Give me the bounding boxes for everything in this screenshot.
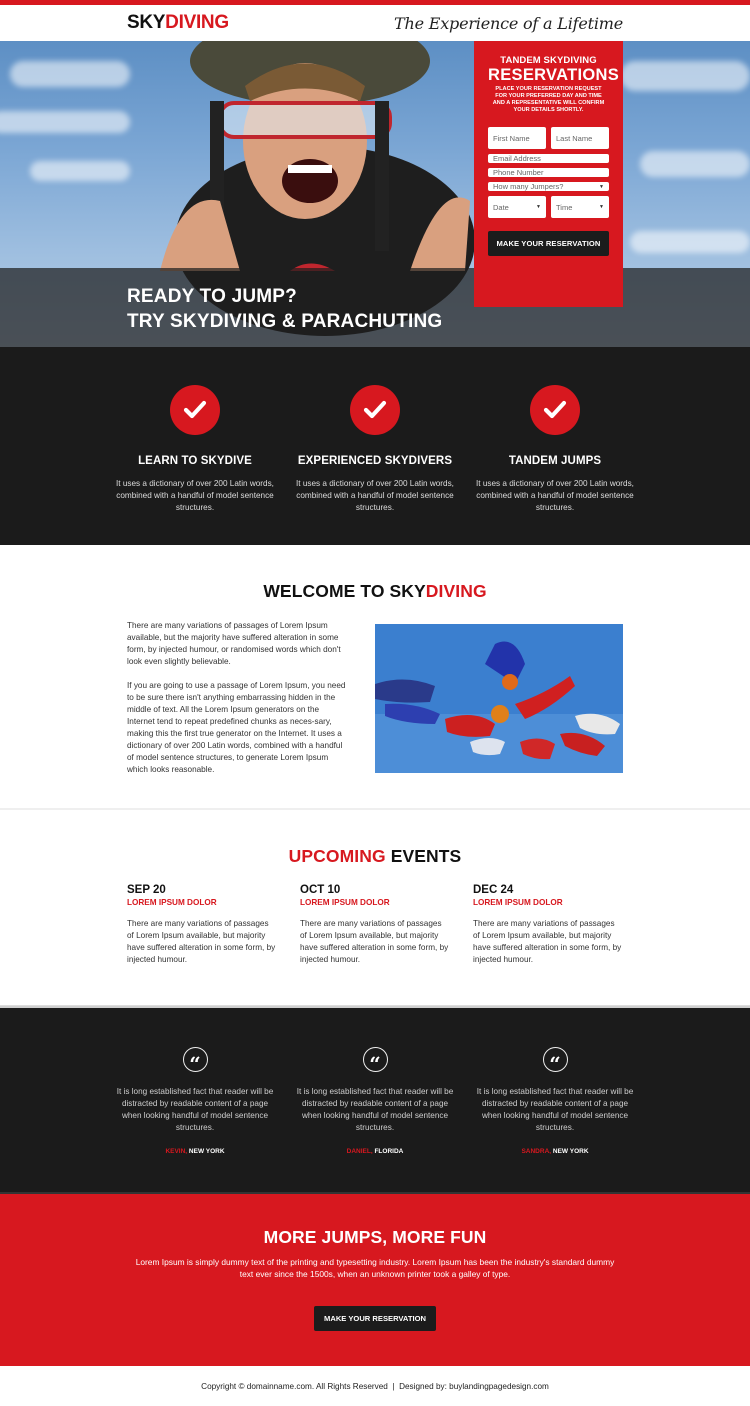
form-title: RESERVATIONS [488, 66, 620, 84]
welcome-title-part1: WELCOME TO SKY [263, 581, 426, 601]
hero-section: READY TO JUMP? TRY SKYDIVING & PARACHUTI… [0, 41, 750, 347]
caret-down-icon: ▼ [599, 183, 604, 190]
testimonial-author: DANIEL, FLORIDA [295, 1148, 455, 1155]
testimonial-text: It is long established fact that reader … [476, 1087, 634, 1132]
event-name[interactable]: LOREM IPSUM DOLOR [127, 898, 277, 907]
logo-text-diving: DIVING [165, 12, 229, 33]
testimonial-location: FLORIDA [372, 1148, 404, 1155]
testimonial-text: It is long established fact that reader … [116, 1087, 274, 1132]
event-date: DEC 24 [473, 884, 514, 896]
cta-reservation-button[interactable]: MAKE YOUR RESERVATION [314, 1306, 436, 1331]
time-select[interactable]: Time ▼ [551, 196, 609, 218]
feature-item: TANDEM JUMPS It uses a dictionary of ove… [475, 385, 635, 514]
testimonial-item: “ It is long established fact that reade… [295, 1047, 455, 1155]
check-icon [350, 385, 400, 435]
feature-title: LEARN TO SKYDIVE [138, 455, 252, 467]
welcome-title: WELCOME TO SKYDIVING [127, 545, 623, 602]
jumpers-select[interactable]: How many Jumpers? ▼ [488, 182, 609, 191]
form-description: PLACE YOUR RESERVATION REQUEST FOR YOUR … [492, 86, 605, 113]
event-item: OCT 10 LOREM IPSUM DOLOR There are many … [300, 884, 450, 966]
event-item: SEP 20 LOREM IPSUM DOLOR There are many … [127, 884, 277, 966]
welcome-section: WELCOME TO SKYDIVING There are many vari… [0, 545, 750, 810]
reservation-form: TANDEM SKYDIVING RESERVATIONS PLACE YOUR… [474, 41, 623, 307]
event-date: OCT 10 [300, 884, 341, 896]
testimonial-item: “ It is long established fact that reade… [115, 1047, 275, 1155]
caret-down-icon: ▼ [599, 204, 604, 210]
testimonial-item: “ It is long established fact that reade… [475, 1047, 635, 1155]
welcome-paragraph: If you are going to use a passage of Lor… [127, 681, 346, 774]
cta-section: MORE JUMPS, MORE FUN Lorem Ipsum is simp… [0, 1192, 750, 1366]
feature-item: EXPERIENCED SKYDIVERS It uses a dictiona… [295, 385, 455, 514]
events-section: UPCOMING EVENTS SEP 20 LOREM IPSUM DOLOR… [0, 810, 750, 1006]
welcome-title-part2: DIVING [425, 581, 487, 601]
event-date: SEP 20 [127, 884, 166, 896]
feature-text: It uses a dictionary of over 200 Latin w… [296, 479, 454, 512]
time-select-value: Time [556, 202, 573, 212]
testimonial-location: NEW YORK [551, 1148, 589, 1155]
check-icon [530, 385, 580, 435]
feature-text: It uses a dictionary of over 200 Latin w… [476, 479, 634, 512]
testimonial-name: SANDRA, [521, 1148, 552, 1155]
events-title-part1: UPCOMING [288, 846, 386, 866]
footer-copyright: Copyright © domainname.com. All Rights R… [201, 1381, 549, 1391]
make-reservation-button[interactable]: MAKE YOUR RESERVATION [488, 231, 609, 256]
event-text: There are many variations of passages of… [127, 919, 276, 964]
feature-item: LEARN TO SKYDIVE It uses a dictionary of… [115, 385, 275, 514]
welcome-text: There are many variations of passages of… [127, 620, 349, 776]
testimonial-text: It is long established fact that reader … [296, 1087, 454, 1132]
event-name[interactable]: LOREM IPSUM DOLOR [473, 898, 623, 907]
welcome-paragraph: There are many variations of passages of… [127, 621, 341, 666]
site-header: SKYDIVING The Experience of a Lifetime [0, 5, 750, 41]
testimonial-name: KEVIN, [165, 1148, 188, 1155]
feature-title: EXPERIENCED SKYDIVERS [297, 455, 453, 467]
features-section: LEARN TO SKYDIVE It uses a dictionary of… [0, 347, 750, 545]
quote-icon: “ [182, 1047, 208, 1074]
last-name-input[interactable] [551, 127, 609, 149]
quote-icon: “ [362, 1047, 388, 1074]
tagline: The Experience of a Lifetime [394, 13, 623, 33]
site-footer: Copyright © domainname.com. All Rights R… [0, 1366, 750, 1406]
event-text: There are many variations of passages of… [473, 919, 622, 964]
hero-headline-line1: READY TO JUMP? [127, 286, 297, 307]
quote-icon: “ [542, 1047, 568, 1074]
testimonials-section: “ It is long established fact that reade… [0, 1006, 750, 1192]
date-select-value: Date [493, 202, 509, 212]
caret-down-icon: ▼ [536, 204, 541, 210]
feature-title: TANDEM JUMPS [508, 455, 602, 467]
form-subtitle: TANDEM SKYDIVING [500, 55, 597, 66]
event-text: There are many variations of passages of… [300, 919, 449, 964]
logo[interactable]: SKYDIVING [127, 12, 229, 34]
events-title-part2: EVENTS [385, 846, 462, 866]
feature-text: It uses a dictionary of over 200 Latin w… [116, 479, 274, 512]
hero-headline: READY TO JUMP? TRY SKYDIVING & PARACHUTI… [127, 284, 442, 334]
testimonial-name: DANIEL, [346, 1148, 373, 1155]
formation-skydiving-image [375, 624, 623, 773]
logo-text-sky: SKY [127, 12, 166, 33]
phone-input[interactable] [488, 168, 609, 177]
testimonial-location: NEW YORK [187, 1148, 225, 1155]
jumpers-select-value: How many Jumpers? [493, 182, 564, 191]
events-title: UPCOMING EVENTS [127, 810, 623, 867]
first-name-input[interactable] [488, 127, 546, 149]
cta-title: MORE JUMPS, MORE FUN [263, 1227, 487, 1247]
email-input[interactable] [488, 154, 609, 163]
cta-text: Lorem Ipsum is simply dummy text of the … [135, 1257, 615, 1279]
hero-headline-line2: TRY SKYDIVING & PARACHUTING [127, 311, 443, 332]
check-icon [170, 385, 220, 435]
event-name[interactable]: LOREM IPSUM DOLOR [300, 898, 450, 907]
date-select[interactable]: Date ▼ [488, 196, 546, 218]
testimonial-author: KEVIN, NEW YORK [115, 1148, 275, 1155]
event-item: DEC 24 LOREM IPSUM DOLOR There are many … [473, 884, 623, 966]
testimonial-author: SANDRA, NEW YORK [475, 1148, 635, 1155]
